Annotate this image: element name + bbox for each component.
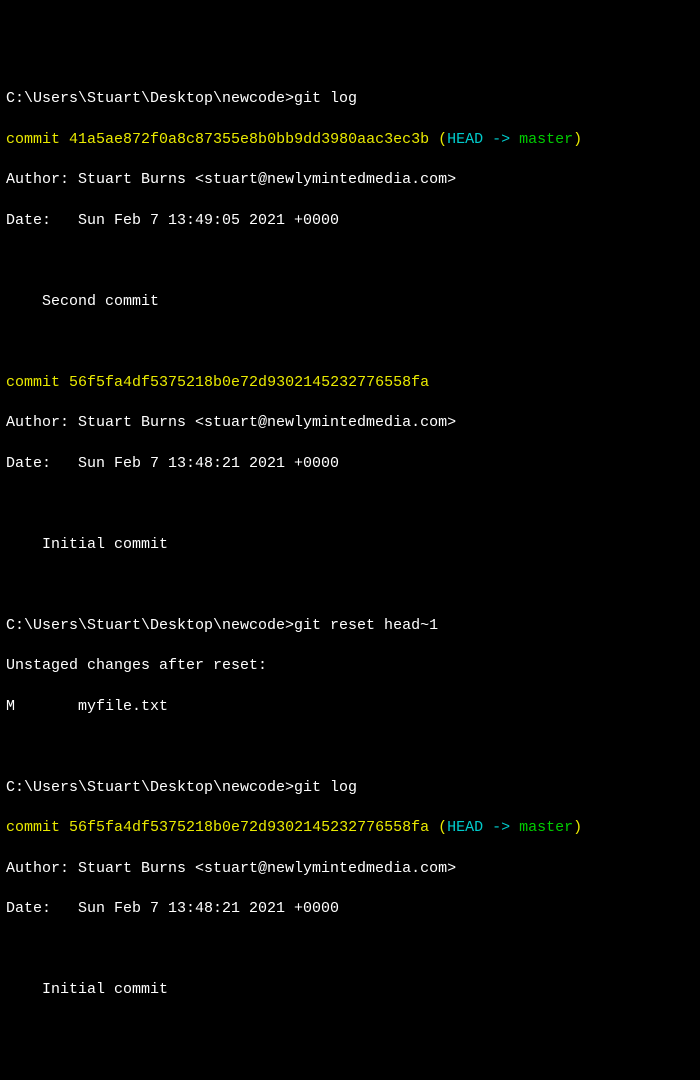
command-git-log-1[interactable]: git log xyxy=(294,90,357,107)
date-line-1: Date: Sun Feb 7 13:49:05 2021 +0000 xyxy=(6,211,694,231)
blank-line xyxy=(6,251,694,271)
author-line-1: Author: Stuart Burns <stuart@newlyminted… xyxy=(6,170,694,190)
reset-output-header: Unstaged changes after reset: xyxy=(6,656,694,676)
blank-line xyxy=(6,494,694,514)
ref-close-3: ) xyxy=(573,819,582,836)
author-line-3: Author: Stuart Burns <stuart@newlyminted… xyxy=(6,859,694,879)
author-line-2: Author: Stuart Burns <stuart@newlyminted… xyxy=(6,413,694,433)
commit-label-2: commit xyxy=(6,374,60,391)
ref-open-3: ( xyxy=(429,819,447,836)
blank-line xyxy=(6,737,694,757)
head-ref-1: HEAD -> xyxy=(447,131,519,148)
branch-ref-1: master xyxy=(519,131,573,148)
commit-label-1: commit xyxy=(6,131,60,148)
blank-line xyxy=(6,332,694,352)
date-line-3: Date: Sun Feb 7 13:48:21 2021 +0000 xyxy=(6,899,694,919)
blank-line xyxy=(6,575,694,595)
head-ref-3: HEAD -> xyxy=(447,819,519,836)
commit-message-1: Second commit xyxy=(6,292,694,312)
commit-hash-1: 41a5ae872f0a8c87355e8b0bb9dd3980aac3ec3b xyxy=(69,131,429,148)
commit-message-3: Initial commit xyxy=(6,980,694,1000)
ref-open-1: ( xyxy=(429,131,447,148)
branch-ref-3: master xyxy=(519,819,573,836)
prompt-path: C:\Users\Stuart\Desktop\newcode> xyxy=(6,617,294,634)
date-line-2: Date: Sun Feb 7 13:48:21 2021 +0000 xyxy=(6,454,694,474)
commit-hash-3: 56f5fa4df5375218b0e72d9302145232776558fa xyxy=(69,819,429,836)
commit-message-2: Initial commit xyxy=(6,535,694,555)
command-git-log-2[interactable]: git log xyxy=(294,779,357,796)
reset-output-file: M myfile.txt xyxy=(6,697,694,717)
blank-line xyxy=(6,940,694,960)
command-git-reset[interactable]: git reset head~1 xyxy=(294,617,438,634)
prompt-path: C:\Users\Stuart\Desktop\newcode> xyxy=(6,779,294,796)
ref-close-1: ) xyxy=(573,131,582,148)
commit-hash-2: 56f5fa4df5375218b0e72d9302145232776558fa xyxy=(69,374,429,391)
commit-label-3: commit xyxy=(6,819,60,836)
prompt-path: C:\Users\Stuart\Desktop\newcode> xyxy=(6,90,294,107)
